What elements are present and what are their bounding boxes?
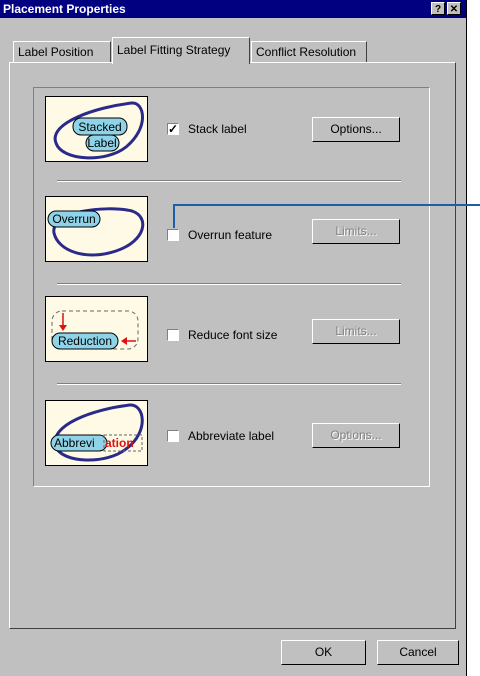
separator xyxy=(57,283,401,285)
overrun-feature-checkbox[interactable] xyxy=(167,229,179,241)
reduce-font-size-checkbox[interactable] xyxy=(167,329,179,341)
placement-properties-dialog: Placement Properties ? ✕ Label Position … xyxy=(0,0,467,676)
close-button[interactable]: ✕ xyxy=(447,2,461,15)
overrun-illustration: Overrun xyxy=(45,196,148,262)
reduce-limits-button[interactable]: Limits... xyxy=(312,319,400,344)
reduction-text: Reduction xyxy=(58,334,112,348)
abbrevi-text: Abbrevi xyxy=(54,436,95,450)
callout-line xyxy=(174,204,480,206)
reduce-font-illustration: Reduction xyxy=(45,296,148,362)
tab-conflict-resolution[interactable]: Conflict Resolution xyxy=(251,41,367,63)
dialog-title: Placement Properties xyxy=(3,2,126,16)
help-button[interactable]: ? xyxy=(431,2,445,15)
stack-label-text: Stack label xyxy=(188,122,247,136)
tab-label-fitting-strategy[interactable]: Label Fitting Strategy xyxy=(112,37,250,64)
abbreviate-label-checkbox[interactable] xyxy=(167,430,179,442)
cancel-button[interactable]: Cancel xyxy=(377,640,459,665)
abbreviate-illustration: Abbrevi ation xyxy=(45,400,148,466)
stack-label-checkbox[interactable]: ✓ xyxy=(167,122,179,136)
check-mark-icon: ✓ xyxy=(168,122,179,136)
callout-line xyxy=(173,204,175,228)
tab-label-position[interactable]: Label Position xyxy=(13,41,111,63)
separator xyxy=(57,383,401,385)
abbreviate-options-button[interactable]: Options... xyxy=(312,423,400,448)
overrun-limits-button[interactable]: Limits... xyxy=(312,219,400,244)
stack-options-button[interactable]: Options... xyxy=(312,117,400,142)
separator xyxy=(57,180,401,182)
reduce-font-size-text: Reduce font size xyxy=(188,328,278,342)
overrun-text: Overrun xyxy=(52,212,95,226)
label-text: Label xyxy=(87,136,116,150)
ok-button[interactable]: OK xyxy=(281,640,366,665)
title-bar[interactable]: Placement Properties ? ✕ xyxy=(0,0,466,18)
abbreviate-label-text: Abbreviate label xyxy=(188,429,275,443)
ation-text: ation xyxy=(105,436,134,450)
overrun-feature-text: Overrun feature xyxy=(188,228,273,242)
stack-label-illustration: Stacked Label xyxy=(45,96,148,162)
stacked-text: Stacked xyxy=(78,120,121,134)
